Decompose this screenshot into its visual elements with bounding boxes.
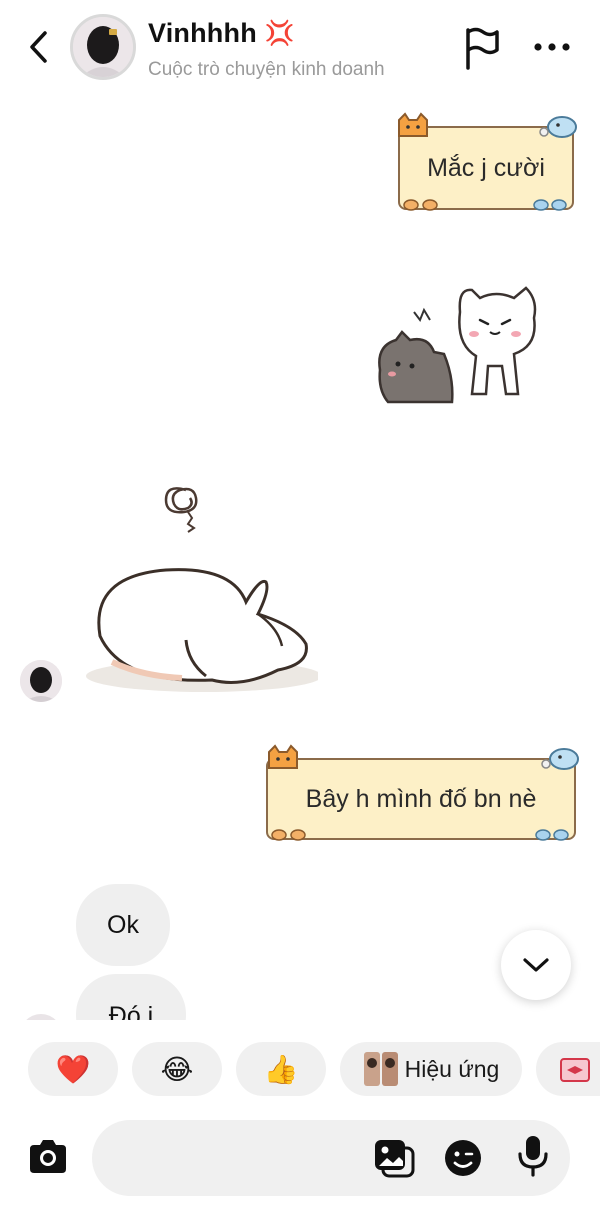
blue-dog-corner-icon: [541, 748, 579, 770]
gallery-icon: [375, 1140, 415, 1178]
orange-cat-corner-icon: [398, 112, 428, 137]
chevron-left-icon: [30, 31, 47, 63]
paws-right-icon: [533, 199, 567, 211]
effects-thumbnail-icon: [363, 1052, 398, 1086]
note-text: Bây h mình đố bn nè: [305, 784, 537, 813]
orange-cat-corner-icon: [268, 744, 298, 769]
quick-reaction-thumbs-up[interactable]: 👍: [236, 1042, 326, 1096]
scroll-to-bottom-button[interactable]: [501, 930, 571, 1000]
sender-avatar[interactable]: [20, 660, 62, 702]
contact-avatar[interactable]: [70, 14, 136, 80]
effects-label: Hiệu ứng: [404, 1055, 500, 1082]
quick-reaction-laugh[interactable]: 😂: [132, 1042, 222, 1096]
anger-emoji: 💢: [264, 20, 295, 47]
laugh-emoji: 😂: [160, 1053, 194, 1085]
message-input[interactable]: [92, 1120, 570, 1196]
paws-left-icon: [271, 829, 306, 841]
note-text: Mắc j cười: [427, 153, 545, 182]
paws-left-icon: [403, 199, 438, 211]
gallery-button[interactable]: [373, 1138, 415, 1178]
camera-icon: [30, 1140, 66, 1173]
sticker-button[interactable]: [443, 1138, 483, 1178]
sticker-message-note[interactable]: Mắc j cười: [398, 112, 577, 211]
flag-icon: [466, 27, 499, 70]
blue-dog-corner-icon: [539, 116, 577, 138]
report-flag-button[interactable]: [462, 24, 502, 70]
sticker-message-note[interactable]: Bây h mình đố bn nè: [266, 744, 579, 841]
thumbs-up-emoji: 👍: [263, 1053, 299, 1085]
received-message-bubble[interactable]: Ok: [76, 884, 170, 966]
quick-reaction-heart[interactable]: ❤️: [28, 1042, 118, 1096]
flopped-cat-sticker[interactable]: [82, 466, 322, 702]
gift-button[interactable]: [536, 1042, 600, 1096]
message-text: Ok: [107, 910, 139, 939]
cats-sticker[interactable]: [368, 282, 548, 406]
camera-button[interactable]: [26, 1137, 70, 1177]
contact-name-text: Vinhhhh: [148, 18, 257, 48]
back-button[interactable]: [22, 28, 56, 66]
contact-name[interactable]: Vinhhhh 💢: [148, 18, 295, 49]
voice-message-button[interactable]: [515, 1134, 551, 1178]
heart-emoji: ❤️: [55, 1053, 91, 1085]
gift-icon: [560, 1058, 590, 1082]
chevron-down-icon: [523, 958, 549, 972]
effects-button[interactable]: Hiệu ứng: [340, 1042, 522, 1096]
more-horizontal-icon: [534, 43, 570, 51]
microphone-icon: [518, 1136, 548, 1177]
conversation-type: Cuộc trò chuyện kinh doanh: [148, 59, 385, 80]
more-options-button[interactable]: [530, 38, 574, 56]
paws-right-icon: [535, 829, 569, 841]
sticker-icon: [445, 1140, 481, 1176]
